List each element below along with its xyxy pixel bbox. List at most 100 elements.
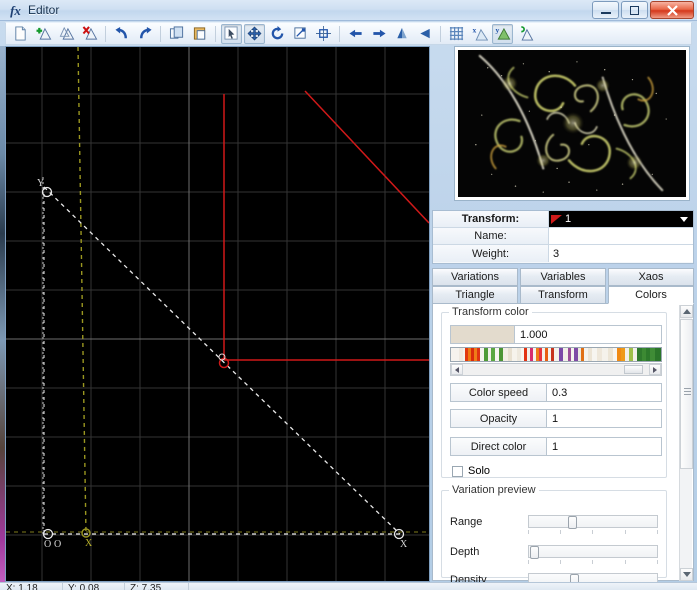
select-tool-button[interactable] <box>221 23 242 44</box>
world-pivot-tool-button[interactable] <box>313 24 334 44</box>
range-slider[interactable] <box>528 515 658 529</box>
flip-horizontal-button[interactable] <box>414 24 435 44</box>
color-swatch[interactable] <box>451 326 515 343</box>
color-speed-input[interactable]: 0.3 <box>546 383 662 402</box>
toolbar-separator-4 <box>339 25 340 42</box>
window-controls <box>592 1 694 19</box>
white-o-label: O <box>44 539 51 550</box>
reset-triangle-icon <box>520 26 533 41</box>
canvas-svg[interactable]: X Y O O X <box>6 47 429 581</box>
redo-arrow-icon <box>139 26 152 39</box>
chevron-up-icon <box>682 309 691 314</box>
toolbar-separator-3 <box>215 25 216 42</box>
copy-transform-button[interactable] <box>166 24 187 44</box>
gradient-scroll-thumb[interactable] <box>624 365 643 374</box>
gradient-canvas <box>451 348 661 361</box>
chevron-down-icon <box>682 572 691 577</box>
opacity-input[interactable]: 1 <box>546 409 662 428</box>
colors-tab-scrollbar[interactable] <box>679 305 693 581</box>
rotate-tool-button[interactable] <box>267 24 288 44</box>
direct-color-input[interactable]: 1 <box>546 437 662 456</box>
toggle-grid-button[interactable] <box>446 24 467 44</box>
copy-icon <box>169 26 183 39</box>
tab-colors[interactable]: Colors <box>608 286 694 304</box>
gradient-scrollbar[interactable] <box>450 363 662 376</box>
close-icon <box>666 4 678 16</box>
x-axis-icon: x <box>472 26 488 41</box>
transform-row: Transform: 1 <box>433 211 693 228</box>
flame-preview-panel[interactable] <box>454 46 690 201</box>
reset-triangle-button[interactable] <box>515 24 536 44</box>
toggle-x-axis-button[interactable]: x <box>469 24 490 44</box>
scroll-up-button[interactable] <box>680 305 693 318</box>
rotate-left-button[interactable] <box>345 24 366 44</box>
title-bar: fx Editor <box>0 0 697 21</box>
tab-xaos[interactable]: Xaos <box>608 268 694 286</box>
cursor-arrow-icon <box>224 26 238 40</box>
white-y-label: Y <box>37 178 44 189</box>
minimize-button[interactable] <box>592 1 619 19</box>
editor-window: fx Editor x y X Y O O X Transform: 1 Nam… <box>0 0 697 590</box>
new-flame-button[interactable] <box>10 24 31 44</box>
transform-label: Transform: <box>433 211 549 227</box>
transform-selector[interactable]: 1 <box>549 211 693 227</box>
opacity-row: Opacity 1 <box>450 409 662 428</box>
triangle-editor-canvas[interactable]: X Y O O X <box>5 46 430 582</box>
depth-slider[interactable] <box>528 545 658 559</box>
tab-triangle[interactable]: Triangle <box>432 286 518 304</box>
gradient-strip[interactable] <box>450 347 662 362</box>
status-z: Z: 7.35 <box>130 583 162 590</box>
name-input[interactable] <box>549 228 693 244</box>
close-button[interactable] <box>650 1 694 19</box>
maximize-button[interactable] <box>621 1 648 19</box>
status-bar: X: 1.18 Y: 0.08 Z: 7.35 <box>0 582 697 590</box>
tab-transform[interactable]: Transform <box>520 286 606 304</box>
weight-input[interactable]: 3 <box>549 245 693 262</box>
variation-preview-group-title: Variation preview <box>449 484 539 496</box>
depth-slider-thumb[interactable] <box>530 546 539 559</box>
scroll-down-button[interactable] <box>680 568 693 581</box>
solo-label: Solo <box>468 465 491 477</box>
add-transform-button[interactable] <box>33 24 54 44</box>
transform-selected-value: 1 <box>565 213 572 225</box>
transform-color-value[interactable]: 1.000 <box>515 326 661 343</box>
gradient-scroll-right-button[interactable] <box>649 364 661 375</box>
rotate-left-arrow-icon <box>348 29 362 38</box>
transform-info-grid: Transform: 1 Name: Weight: 3 <box>432 210 694 264</box>
duplicate-transform-button[interactable] <box>56 24 77 44</box>
flip-vertical-icon <box>396 27 407 39</box>
scale-box-icon <box>294 27 306 39</box>
toggle-y-axis-button[interactable]: y <box>492 23 513 44</box>
redo-button[interactable] <box>134 24 155 44</box>
white-x-label: X <box>400 539 408 550</box>
window-title: Editor <box>28 3 60 17</box>
y-axis-icon: y <box>495 26 510 40</box>
transform-dropdown-button[interactable] <box>676 211 691 227</box>
rotate-right-arrow-icon <box>372 29 386 38</box>
depth-label: Depth <box>450 546 480 558</box>
delete-triangle-icon <box>82 26 97 40</box>
range-label: Range <box>450 516 483 528</box>
rotate-right-button[interactable] <box>368 24 389 44</box>
paste-transform-button[interactable] <box>189 24 210 44</box>
pivot-crosshair-icon <box>316 26 331 41</box>
scrollbar-grip <box>684 388 691 395</box>
gradient-scroll-left-button[interactable] <box>451 364 463 375</box>
right-panel: Transform: 1 Name: Weight: 3 Variations … <box>432 46 694 587</box>
duplicate-triangle-icon <box>59 26 74 40</box>
undo-button[interactable] <box>111 24 132 44</box>
solo-checkbox[interactable] <box>452 465 463 477</box>
new-document-icon <box>15 26 26 41</box>
range-slider-thumb[interactable] <box>568 516 577 529</box>
scrollbar-thumb[interactable] <box>680 319 693 469</box>
tab-variables[interactable]: Variables <box>520 268 606 286</box>
function-fx-icon: fx <box>10 3 21 18</box>
tab-variations[interactable]: Variations <box>432 268 518 286</box>
scale-tool-button[interactable] <box>290 24 311 44</box>
solo-checkbox-row[interactable]: Solo <box>452 465 490 477</box>
red-triangle-icon <box>551 215 562 224</box>
transform-color-field[interactable]: 1.000 <box>450 325 662 344</box>
delete-transform-button[interactable] <box>79 24 100 44</box>
flip-vertical-button[interactable] <box>391 24 412 44</box>
move-tool-button[interactable] <box>244 23 265 44</box>
